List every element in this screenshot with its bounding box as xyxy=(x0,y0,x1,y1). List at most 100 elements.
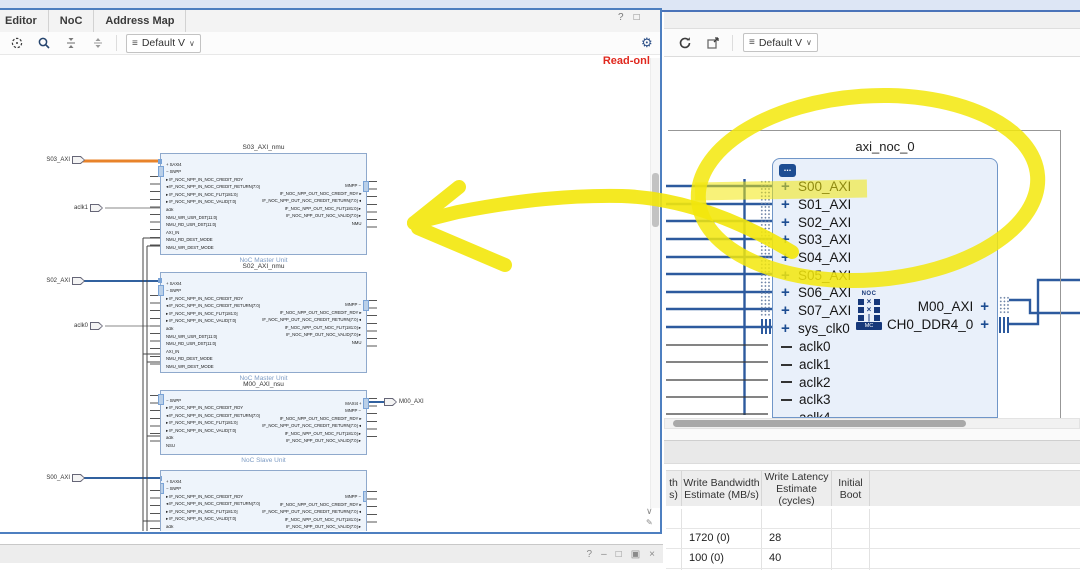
port-label: aclk1 xyxy=(52,205,88,211)
block-type-label: NoC Slave Unit xyxy=(161,457,366,464)
port-row[interactable]: IF_NOC_NPP_OUT_NOC_CREDIT_RDY ▸ xyxy=(185,498,361,506)
port-row[interactable]: + SAXI4 xyxy=(166,158,296,166)
external-port-aclk0[interactable]: aclk0 xyxy=(52,322,103,330)
port-symbol xyxy=(384,398,397,406)
port-label: − SNPP xyxy=(166,399,181,404)
port-label: IF_NOC_NPP_OUT_NOC_FLIT[181:0] ▸ xyxy=(285,432,361,437)
port-label: IF_NOC_NPP_OUT_NOC_CREDIT_RETURN[7:0] ◂ xyxy=(262,510,361,515)
right-port-list: MNPP − IF_NOC_NPP_OUT_NOC_CREDIT_RDY ▸ IF_… xyxy=(185,298,361,344)
external-port-s00-axi[interactable]: S00_AXI xyxy=(28,474,85,482)
port-label: − SNPP xyxy=(166,487,181,492)
port-label: IF_NOC_NPP_OUT_NOC_FLIT[181:0] ▸ xyxy=(285,326,361,331)
port-label: S02_AXI xyxy=(28,278,70,284)
port-label: NSU xyxy=(166,444,175,449)
port-label: aclk0 xyxy=(52,323,88,329)
port-row[interactable]: − SNPP xyxy=(166,165,296,173)
block-s03-axi-nmu[interactable]: S03_AXI_nmu + SAXI4− SNPP▸ IF_NOC_NPP_IN… xyxy=(160,153,367,255)
external-port-aclk1[interactable]: aclk1 xyxy=(52,204,103,212)
port-label: NMU_WR_DEST_MODE xyxy=(166,365,214,370)
port-row[interactable]: IF_NOC_NPP_OUT_NOC_CREDIT_RDY ▸ xyxy=(185,306,361,314)
port-row[interactable]: MNPP − xyxy=(185,404,361,412)
port-label: M00_AXI xyxy=(399,399,424,405)
port-label: aclk xyxy=(166,208,173,213)
port-label: AXI_IN xyxy=(166,231,179,236)
port-label: IF_NOC_NPP_OUT_NOC_CREDIT_RDY ▸ xyxy=(279,311,361,316)
port-label: aclk xyxy=(166,437,173,442)
label: □ xyxy=(616,549,622,560)
port-label: IF_NOC_NPP_OUT_NOC_FLIT[181:0] ▸ xyxy=(285,518,361,523)
port-label: IF_NOC_NPP_OUT_NOC_CREDIT_RETURN[7:0] ◂ xyxy=(262,424,361,429)
block-s00-axi-nmu[interactable]: S00_AXI_nmu + SAXI4− SNPP▸ IF_NOC_NPP_IN… xyxy=(160,470,367,531)
port-row[interactable]: NMU_RD_DEST_MODE xyxy=(166,352,296,360)
port-row[interactable]: − SNPP xyxy=(166,284,296,292)
external-port-s02-axi[interactable]: S02_AXI xyxy=(28,277,85,285)
port-label: MAXI4 + xyxy=(345,402,361,407)
panel-controls: ?–□ ▣ × xyxy=(587,549,655,560)
port-row[interactable]: IF_NOC_NPP_OUT_NOC_CREDIT_RDY ▸ xyxy=(185,412,361,420)
port-label: IF_NOC_NPP_OUT_NOC_VALID[7:0] ▸ xyxy=(286,440,361,445)
external-port-s03-axi[interactable]: S03_AXI xyxy=(28,156,85,164)
port-label: IF_NOC_NPP_OUT_NOC_CREDIT_RDY ▸ xyxy=(279,503,361,508)
port-symbol xyxy=(72,156,85,164)
pin-stubs xyxy=(150,295,160,369)
pin-stubs xyxy=(150,490,160,530)
label: ? xyxy=(587,549,593,560)
port-label: aclk xyxy=(166,525,173,530)
label: ▣ xyxy=(631,549,640,560)
port-row[interactable]: + SAXI4 xyxy=(166,475,296,483)
scrollbar-thumb[interactable] xyxy=(652,173,659,227)
block-m00-axi-nsu[interactable]: M00_AXI_nsu − SNPP▸ IF_NOC_NPP_IN_NOC_CR… xyxy=(160,390,367,455)
right-port-list: MNPP − IF_NOC_NPP_OUT_NOC_CREDIT_RDY ▸ IF_… xyxy=(185,179,361,225)
wbtn-close[interactable]: × xyxy=(649,549,655,560)
port-label: − SNPP xyxy=(166,170,181,175)
port-row[interactable]: MNPP − xyxy=(185,490,361,498)
port-label: IF_NOC_NPP_OUT_NOC_VALID[7:0] ▸ xyxy=(286,333,361,338)
port-symbol xyxy=(90,204,103,212)
scroll-corner[interactable]: ∨ ✎ xyxy=(646,506,653,528)
block-title: S03_AXI_nmu xyxy=(161,144,366,151)
port-row[interactable]: MAXI4 + xyxy=(185,397,361,405)
port-row[interactable]: NMU_RD_DEST_MODE xyxy=(166,233,296,241)
wbtn-float[interactable]: ▣ xyxy=(631,549,640,560)
port-symbol xyxy=(90,322,103,330)
port-label: MNPP − xyxy=(345,184,361,189)
port-label: NMU_RD_DEST_MODE xyxy=(166,358,213,363)
wbtn-maximize[interactable]: □ xyxy=(616,549,622,560)
port-label: IF_NOC_NPP_OUT_NOC_CREDIT_RETURN[7:0] ◂ xyxy=(262,318,361,323)
label: × xyxy=(649,549,655,560)
edit-pencil-icon: ✎ xyxy=(646,517,653,528)
port-label: NMU_WR_DEST_MODE xyxy=(166,246,214,251)
chevron-down-icon[interactable]: ∨ xyxy=(646,506,653,517)
port-label: IF_NOC_NPP_OUT_NOC_VALID[7:0] ▸ xyxy=(286,214,361,219)
port-label: MNPP − xyxy=(345,303,361,308)
port-label: IF_NOC_NPP_OUT_NOC_CREDIT_RDY ▸ xyxy=(279,417,361,422)
external-port-m00-axi[interactable]: M00_AXI xyxy=(384,398,424,406)
pin-stubs xyxy=(150,176,160,250)
wbtn-minimize[interactable]: – xyxy=(601,549,607,560)
port-label: IF_NOC_NPP_OUT_NOC_CREDIT_RDY ▸ xyxy=(279,192,361,197)
port-label: S00_AXI xyxy=(28,475,70,481)
port-label: MNPP − xyxy=(345,409,361,414)
port-label: IF_NOC_NPP_OUT_NOC_CREDIT_RETURN[7:0] ◂ xyxy=(262,199,361,204)
port-row[interactable]: MNPP − xyxy=(185,179,361,187)
wbtn-help[interactable]: ? xyxy=(587,549,593,560)
vertical-scrollbar[interactable] xyxy=(650,58,660,508)
port-label: NMU xyxy=(351,222,361,227)
pin-stubs xyxy=(367,491,377,527)
right-port-list: MAXI4 + MNPP − IF_NOC_NPP_OUT_NOC_CREDIT_R… xyxy=(185,397,361,443)
label: – xyxy=(601,549,607,560)
port-row[interactable]: MNPP − xyxy=(185,298,361,306)
port-row[interactable]: IF_NOC_NPP_OUT_NOC_CREDIT_RDY ▸ xyxy=(185,187,361,195)
port-label: S03_AXI xyxy=(28,157,70,163)
block-s02-axi-nmu[interactable]: S02_AXI_nmu + SAXI4− SNPP▸ IF_NOC_NPP_IN… xyxy=(160,272,367,373)
port-row[interactable]: + SAXI4 xyxy=(166,277,296,285)
port-label: NMU_RD_DEST_MODE xyxy=(166,239,213,244)
port-symbol xyxy=(72,474,85,482)
right-port-list: MNPP − IF_NOC_NPP_OUT_NOC_CREDIT_RDY ▸ IF_… xyxy=(185,490,361,528)
port-label: aclk xyxy=(166,327,173,332)
port-label: NMU xyxy=(351,341,361,346)
port-row[interactable]: − SNPP xyxy=(166,482,296,490)
port-label: + SAXI4 xyxy=(166,480,181,485)
port-symbol xyxy=(72,277,85,285)
block-title: S02_AXI_nmu xyxy=(161,263,366,270)
